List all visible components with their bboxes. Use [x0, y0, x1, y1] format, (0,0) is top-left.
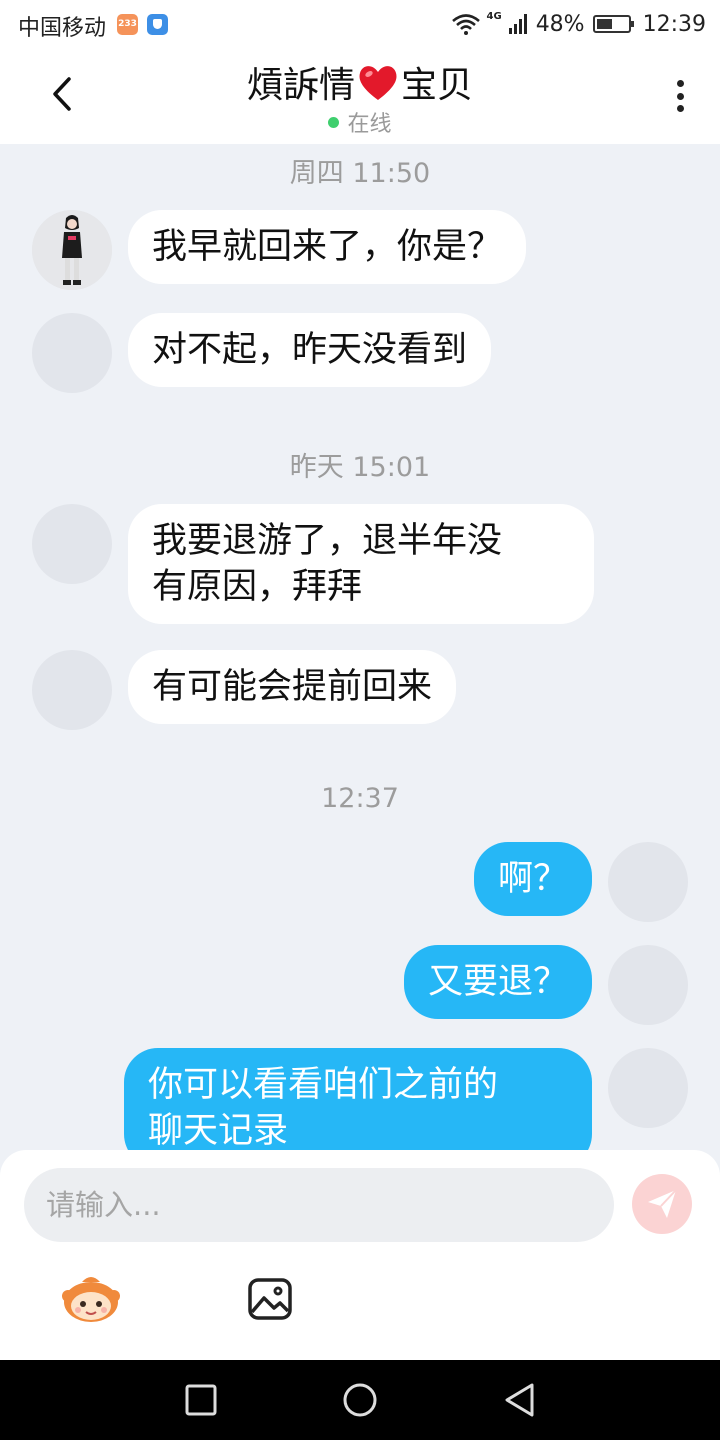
- online-status: 在线: [0, 106, 720, 138]
- battery-percent: 48%: [535, 11, 585, 37]
- image-icon: [248, 1278, 292, 1320]
- my-avatar[interactable]: [608, 842, 688, 922]
- system-back-button[interactable]: [500, 1380, 540, 1420]
- more-options-button[interactable]: [662, 76, 698, 116]
- system-navigation-bar: [0, 1360, 720, 1440]
- incoming-message[interactable]: 对不起，昨天没看到: [128, 313, 492, 387]
- recent-apps-button[interactable]: [181, 1380, 221, 1420]
- network-type-label: 4G: [486, 10, 502, 22]
- my-avatar[interactable]: [608, 1048, 688, 1128]
- message-line: 聊天记录: [148, 1111, 289, 1150]
- contact-avatar[interactable]: [32, 313, 112, 393]
- message-line: 我要退游了，退半年没: [152, 521, 503, 561]
- contact-name: 熕訴情 宝贝: [0, 56, 720, 108]
- contact-avatar[interactable]: [32, 650, 112, 730]
- home-button[interactable]: [340, 1380, 380, 1420]
- message-input[interactable]: [24, 1168, 614, 1242]
- status-bar: 中国移动 233 4G 48% 12:39: [0, 0, 720, 50]
- message-line: 你可以看看咱们之前的: [148, 1065, 499, 1105]
- outgoing-message[interactable]: 又要退？: [403, 945, 592, 1019]
- send-button[interactable]: [632, 1174, 692, 1234]
- app-233-badge-icon: 233: [117, 14, 138, 35]
- status-indicators: 4G 48% 12:39: [451, 9, 706, 39]
- avatar-character-icon: [32, 210, 112, 290]
- contact-name-left: 熕訴情: [246, 65, 355, 106]
- shield-icon: [147, 14, 168, 35]
- my-avatar[interactable]: [608, 945, 688, 1025]
- battery-icon: [592, 15, 634, 33]
- message-input-container[interactable]: [24, 1168, 614, 1242]
- nav-home-icon: [343, 1383, 377, 1417]
- contact-avatar[interactable]: [32, 504, 112, 584]
- online-dot-icon: [328, 116, 340, 128]
- emoji-icon: [62, 1277, 120, 1322]
- more-icon: [676, 80, 684, 87]
- wifi-icon: [451, 14, 480, 35]
- image-button[interactable]: [246, 1276, 294, 1322]
- more-icon-dot: [676, 105, 684, 112]
- timestamp: 12:37: [321, 783, 399, 814]
- outgoing-message[interactable]: 啊？: [473, 842, 592, 916]
- incoming-message[interactable]: 我要退游了，退半年没 有原因，拜拜: [128, 504, 594, 624]
- more-icon-dot: [676, 92, 684, 100]
- input-panel: [0, 1150, 720, 1360]
- incoming-message[interactable]: 有可能会提前回来: [128, 650, 457, 724]
- online-status-label: 在线: [347, 112, 392, 137]
- clock: 12:39: [642, 11, 706, 37]
- nav-recent-icon: [185, 1384, 217, 1416]
- heart-icon: [359, 66, 397, 100]
- incoming-message[interactable]: 我早就回来了，你是？: [128, 210, 527, 284]
- timestamp: 昨天 15:01: [289, 452, 431, 483]
- nav-back-icon: [505, 1383, 534, 1417]
- carrier-label: 中国移动: [18, 16, 107, 41]
- emoji-button[interactable]: [60, 1274, 122, 1324]
- contact-name-right: 宝贝: [401, 65, 474, 106]
- chat-header: 熕訴情 宝贝 在线: [0, 50, 720, 144]
- outgoing-message[interactable]: 你可以看看咱们之前的 聊天记录: [124, 1048, 592, 1150]
- contact-avatar[interactable]: [32, 210, 112, 290]
- send-icon: [648, 1189, 677, 1218]
- timestamp: 周四 11:50: [289, 158, 431, 189]
- message-list[interactable]: 周四 11:50 我早就回来了，你是？ 对不起，昨天没看到 昨天 15:01 我…: [0, 144, 720, 1150]
- message-line: 有原因，拜拜: [152, 567, 363, 607]
- signal-icon: [508, 14, 527, 34]
